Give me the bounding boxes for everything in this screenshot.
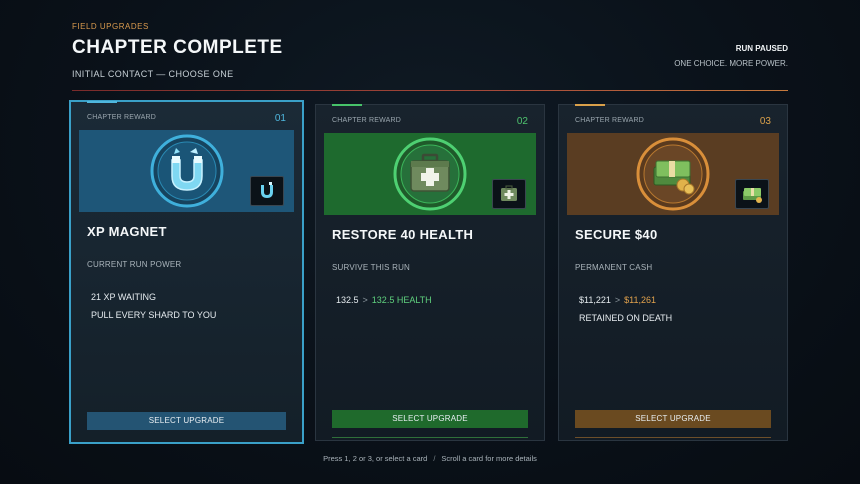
select-upgrade-button[interactable]: SELECT UPGRADE bbox=[332, 410, 528, 428]
footer-hint-keys: Press 1, 2 or 3, or select a card bbox=[323, 454, 428, 463]
run-status-sub: ONE CHOICE. MORE POWER. bbox=[674, 59, 788, 68]
card-title: RESTORE 40 HEALTH bbox=[332, 227, 474, 242]
medkit-icon bbox=[393, 137, 467, 211]
upgrade-card-xp-magnet[interactable]: CHAPTER REWARD 01 XP MAGNET CURRENT RUN … bbox=[69, 100, 304, 444]
stat-from: $11,221 bbox=[579, 295, 611, 305]
card-number: 03 bbox=[759, 116, 771, 127]
header-divider bbox=[72, 90, 788, 91]
card-description: SURVIVE THIS RUN bbox=[332, 263, 411, 272]
card-banner bbox=[567, 133, 779, 215]
upgrade-card-restore-health[interactable]: CHAPTER REWARD 02 RESTORE 40 HEALTH SURV… bbox=[315, 104, 545, 441]
card-tag: CHAPTER REWARD bbox=[332, 117, 402, 124]
header: FIELD UPGRADES CHAPTER COMPLETE INITIAL … bbox=[72, 22, 788, 92]
stat-to: 132.5 HEALTH bbox=[371, 295, 432, 305]
eyebrow-label: FIELD UPGRADES bbox=[72, 22, 149, 31]
footer-separator: / bbox=[433, 454, 436, 463]
card-tag: CHAPTER REWARD bbox=[575, 117, 645, 124]
footer-hint: Press 1, 2 or 3, or select a card / Scroll… bbox=[0, 454, 860, 463]
card-bottom-line bbox=[332, 437, 528, 438]
upgrade-card-secure-cash[interactable]: CHAPTER REWARD 03 SECURE $40 PERMANENT C… bbox=[558, 104, 788, 441]
run-status-main: RUN PAUSED bbox=[735, 44, 788, 53]
select-upgrade-button[interactable]: SELECT UPGRADE bbox=[87, 412, 286, 430]
card-accent-line bbox=[575, 104, 605, 106]
card-detail-line: 21 XP WAITING bbox=[91, 292, 157, 302]
medkit-thumbnail-icon bbox=[492, 179, 526, 209]
card-title: SECURE $40 bbox=[575, 227, 658, 242]
run-status: RUN PAUSED ONE CHOICE. MORE POWER. bbox=[674, 44, 788, 68]
card-number: 01 bbox=[274, 113, 286, 124]
card-accent-line bbox=[332, 104, 362, 106]
magnet-icon bbox=[150, 134, 224, 208]
card-banner bbox=[79, 130, 294, 212]
magnet-thumbnail-icon bbox=[250, 176, 284, 206]
card-number: 02 bbox=[516, 116, 528, 127]
cash-thumbnail-icon bbox=[735, 179, 769, 209]
card-accent-line bbox=[87, 101, 117, 103]
footer-hint-scroll: Scroll a card for more details bbox=[441, 454, 537, 463]
stat-to: $11,261 bbox=[624, 295, 657, 305]
card-stat-change: $11,221 > $11,261 bbox=[579, 295, 656, 305]
card-bottom-line bbox=[575, 437, 771, 438]
page-subtitle: INITIAL CONTACT — CHOOSE ONE bbox=[72, 69, 234, 79]
select-upgrade-button[interactable]: SELECT UPGRADE bbox=[575, 410, 771, 428]
card-detail-line: PULL EVERY SHARD TO YOU bbox=[91, 310, 217, 320]
card-tag: CHAPTER REWARD bbox=[87, 114, 157, 121]
stat-arrow: > bbox=[614, 295, 621, 305]
stat-from: 132.5 bbox=[336, 295, 359, 305]
card-description: PERMANENT CASH bbox=[575, 263, 653, 272]
stat-arrow: > bbox=[362, 295, 368, 305]
card-detail-line: RETAINED ON DEATH bbox=[579, 313, 673, 323]
cash-icon bbox=[636, 137, 710, 211]
card-title: XP MAGNET bbox=[87, 224, 167, 239]
card-description: CURRENT RUN POWER bbox=[87, 260, 182, 269]
card-stat-change: 132.5 >132.5 HEALTH bbox=[336, 295, 432, 305]
card-banner bbox=[324, 133, 536, 215]
